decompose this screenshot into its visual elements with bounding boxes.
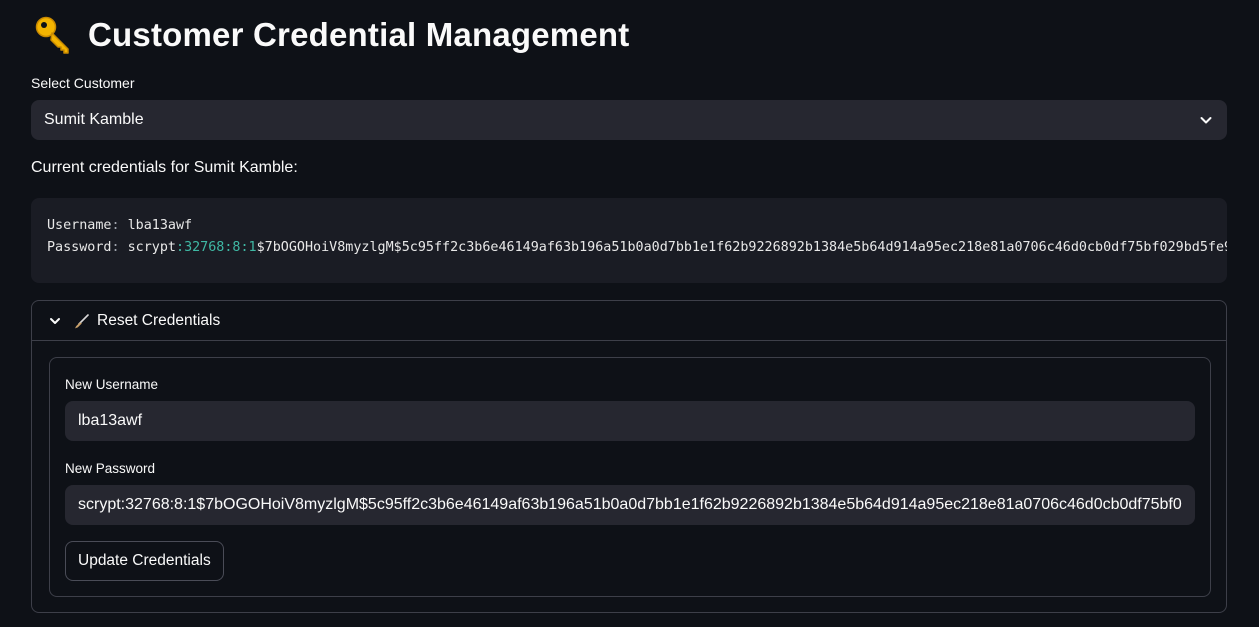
code-username-value: lba13awf [127, 218, 193, 233]
chevron-down-icon [50, 317, 60, 324]
code-password-scheme: scrypt [127, 240, 176, 255]
chevron-down-icon[interactable] [1198, 112, 1214, 128]
code-password-hash: $7bOGOHoiV8myzlgM$5c95ff2c3b6e46149af63b… [256, 240, 1227, 255]
reset-credentials-expander: Reset Credentials New Username New Passw… [31, 300, 1227, 613]
code-password-line: Password: scrypt:32768:8:1$7bOGOHoiV8myz… [47, 237, 1227, 259]
reset-credentials-title: Reset Credentials [97, 311, 221, 329]
customer-select[interactable]: Sumit Kamble [31, 100, 1227, 140]
customer-select-value: Sumit Kamble [44, 111, 144, 128]
new-username-label: New Username [65, 377, 159, 392]
update-credentials-button[interactable]: Update Credentials [65, 541, 224, 581]
broom-icon [75, 313, 89, 328]
reset-credentials-toggle[interactable]: Reset Credentials [32, 301, 1226, 341]
page-title: Customer Credential Management [88, 16, 630, 53]
current-credentials-caption: Current credentials for Sumit Kamble: [31, 159, 298, 176]
code-colon: : [111, 218, 128, 233]
new-password-label: New Password [65, 461, 156, 476]
new-password-input[interactable] [65, 485, 1195, 525]
reset-credentials-form: New Username New Password Update Credent… [49, 357, 1211, 597]
customer-select-label: Select Customer [31, 75, 135, 91]
app-page: Customer Credential Management Select Cu… [0, 0, 1259, 627]
new-username-input[interactable] [65, 401, 1195, 441]
code-password-key: Password [47, 240, 112, 255]
code-colon: : [176, 240, 185, 255]
code-username-line: Username: lba13awf [47, 215, 1227, 237]
credentials-code-block: Username: lba13awf Password: scrypt:3276… [31, 198, 1227, 283]
key-icon [35, 16, 69, 54]
code-username-key: Username [47, 218, 112, 233]
code-colon: : [111, 240, 128, 255]
page-header: Customer Credential Management [34, 12, 629, 58]
code-password-params: 32768:8:1 [184, 240, 257, 255]
